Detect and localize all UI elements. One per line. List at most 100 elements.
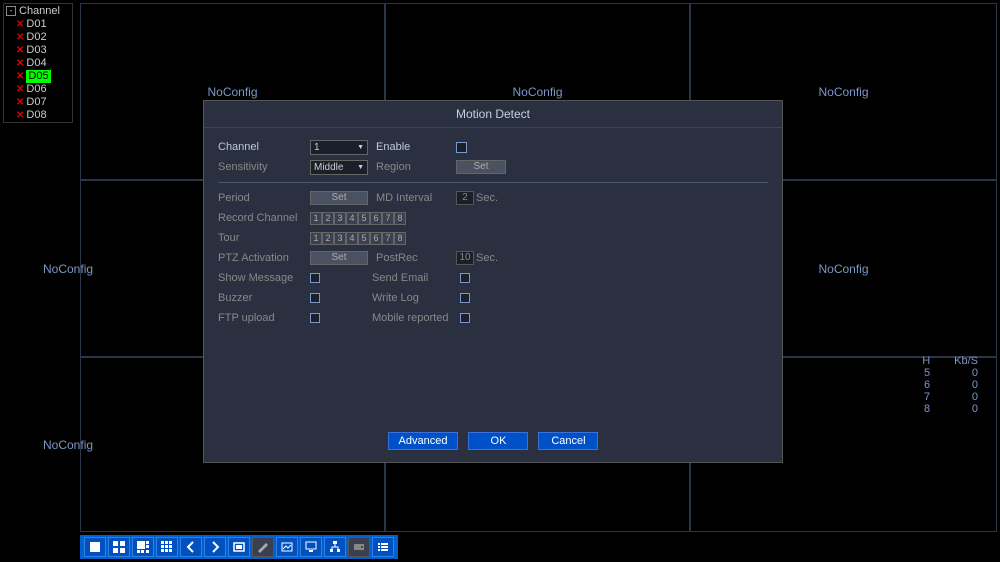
channel-label: D07 <box>26 96 46 109</box>
channel-label: D06 <box>26 83 46 96</box>
channel-num-toggle[interactable]: 7 <box>382 212 394 225</box>
ok-button[interactable]: OK <box>468 432 528 450</box>
view-8-icon[interactable] <box>132 537 154 557</box>
region-set-button[interactable]: Set <box>456 160 506 174</box>
x-icon: ✕ <box>16 57 24 70</box>
view-9-icon[interactable] <box>156 537 178 557</box>
noconfig-label: NoConfig <box>207 85 257 99</box>
sidebar-title: Channel <box>19 5 60 17</box>
label-channel: Channel <box>218 141 310 153</box>
channel-num-toggle[interactable]: 3 <box>334 212 346 225</box>
label-show-message: Show Message <box>218 272 310 284</box>
ftp-upload-checkbox[interactable] <box>310 313 320 323</box>
enable-checkbox[interactable] <box>456 142 467 153</box>
chevron-down-icon: ▼ <box>357 144 364 151</box>
label-record-channel: Record Channel <box>218 212 310 224</box>
channel-item[interactable]: ✕D06 <box>4 83 72 96</box>
write-log-checkbox[interactable] <box>460 293 470 303</box>
noconfig-label: NoConfig <box>512 85 562 99</box>
channel-item[interactable]: ✕D07 <box>4 96 72 109</box>
channel-num-toggle[interactable]: 6 <box>370 212 382 225</box>
view-4-icon[interactable] <box>108 537 130 557</box>
stats-header-ch: H <box>910 355 942 367</box>
channel-num-toggle[interactable]: 2 <box>322 232 334 245</box>
channel-sidebar: - Channel ✕D01✕D02✕D03✕D04✕D05✕D06✕D07✕D… <box>3 3 73 123</box>
channel-item[interactable]: ✕D08 <box>4 109 72 122</box>
label-send-email: Send Email <box>372 272 460 284</box>
x-icon: ✕ <box>16 18 24 31</box>
x-icon: ✕ <box>16 83 24 96</box>
sensitivity-select[interactable]: Middle▼ <box>310 160 368 175</box>
channel-num-toggle[interactable]: 5 <box>358 232 370 245</box>
show-message-checkbox[interactable] <box>310 273 320 283</box>
sidebar-header[interactable]: - Channel <box>4 4 72 18</box>
next-page-icon[interactable] <box>204 537 226 557</box>
label-md-interval: MD Interval <box>376 192 456 204</box>
channel-num-toggle[interactable]: 3 <box>334 232 346 245</box>
label-write-log: Write Log <box>372 292 460 304</box>
channel-item[interactable]: ✕D05 <box>4 70 72 83</box>
label-sensitivity: Sensitivity <box>218 161 310 173</box>
label-ptz-activation: PTZ Activation <box>218 252 310 264</box>
label-region: Region <box>376 161 456 173</box>
cancel-button[interactable]: Cancel <box>538 432 598 450</box>
chevron-down-icon: ▼ <box>357 164 364 171</box>
record-channel-nums[interactable]: 12345678 <box>310 212 406 225</box>
send-email-checkbox[interactable] <box>460 273 470 283</box>
channel-num-toggle[interactable]: 8 <box>394 212 406 225</box>
channel-num-toggle[interactable]: 4 <box>346 212 358 225</box>
postrec-input[interactable]: 10 <box>456 251 474 265</box>
tour-nums[interactable]: 12345678 <box>310 232 406 245</box>
prev-page-icon[interactable] <box>180 537 202 557</box>
channel-select[interactable]: 1▼ <box>310 140 368 155</box>
channel-num-toggle[interactable]: 1 <box>310 232 322 245</box>
channel-item[interactable]: ✕D03 <box>4 44 72 57</box>
network-icon[interactable] <box>324 537 346 557</box>
channel-label: D08 <box>26 109 46 122</box>
ptz-icon[interactable] <box>252 537 274 557</box>
label-ftp-upload: FTP upload <box>218 312 310 324</box>
monitor-icon[interactable] <box>300 537 322 557</box>
period-set-button[interactable]: Set <box>310 191 368 205</box>
channel-num-toggle[interactable]: 8 <box>394 232 406 245</box>
fullscreen-icon[interactable] <box>228 537 250 557</box>
channel-num-toggle[interactable]: 4 <box>346 232 358 245</box>
noconfig-label: NoConfig <box>818 85 868 99</box>
channel-label: D01 <box>26 18 46 31</box>
channel-num-toggle[interactable]: 1 <box>310 212 322 225</box>
list-icon[interactable] <box>372 537 394 557</box>
hdd-icon[interactable] <box>348 537 370 557</box>
channel-label: D02 <box>26 31 46 44</box>
md-interval-input[interactable]: 2 <box>456 191 474 205</box>
snapshot-icon[interactable] <box>276 537 298 557</box>
buzzer-checkbox[interactable] <box>310 293 320 303</box>
channel-item[interactable]: ✕D01 <box>4 18 72 31</box>
label-enable: Enable <box>376 141 456 153</box>
advanced-button[interactable]: Advanced <box>388 432 459 450</box>
dialog-title: Motion Detect <box>204 101 782 128</box>
channel-label: D04 <box>26 57 46 70</box>
noconfig-label: NoConfig <box>43 262 93 276</box>
view-1-icon[interactable] <box>84 537 106 557</box>
stat-kbps: 0 <box>942 367 990 379</box>
noconfig-label: NoConfig <box>818 262 868 276</box>
label-period: Period <box>218 192 310 204</box>
stat-kbps: 0 <box>942 403 990 415</box>
ptz-set-button[interactable]: Set <box>310 251 368 265</box>
mobile-reported-checkbox[interactable] <box>460 313 470 323</box>
channel-num-toggle[interactable]: 6 <box>370 232 382 245</box>
label-mobile-reported: Mobile reported <box>372 312 460 324</box>
label-tour: Tour <box>218 232 310 244</box>
channel-num-toggle[interactable]: 5 <box>358 212 370 225</box>
channel-num-toggle[interactable]: 2 <box>322 212 334 225</box>
channel-item[interactable]: ✕D02 <box>4 31 72 44</box>
x-icon: ✕ <box>16 96 24 109</box>
x-icon: ✕ <box>16 31 24 44</box>
label-postrec: PostRec <box>376 252 456 264</box>
bottom-toolbar <box>80 535 398 559</box>
tree-collapse-icon[interactable]: - <box>6 6 16 16</box>
channel-num-toggle[interactable]: 7 <box>382 232 394 245</box>
stat-ch: 8 <box>910 403 942 415</box>
channel-item[interactable]: ✕D04 <box>4 57 72 70</box>
label-sec: Sec. <box>476 192 498 204</box>
